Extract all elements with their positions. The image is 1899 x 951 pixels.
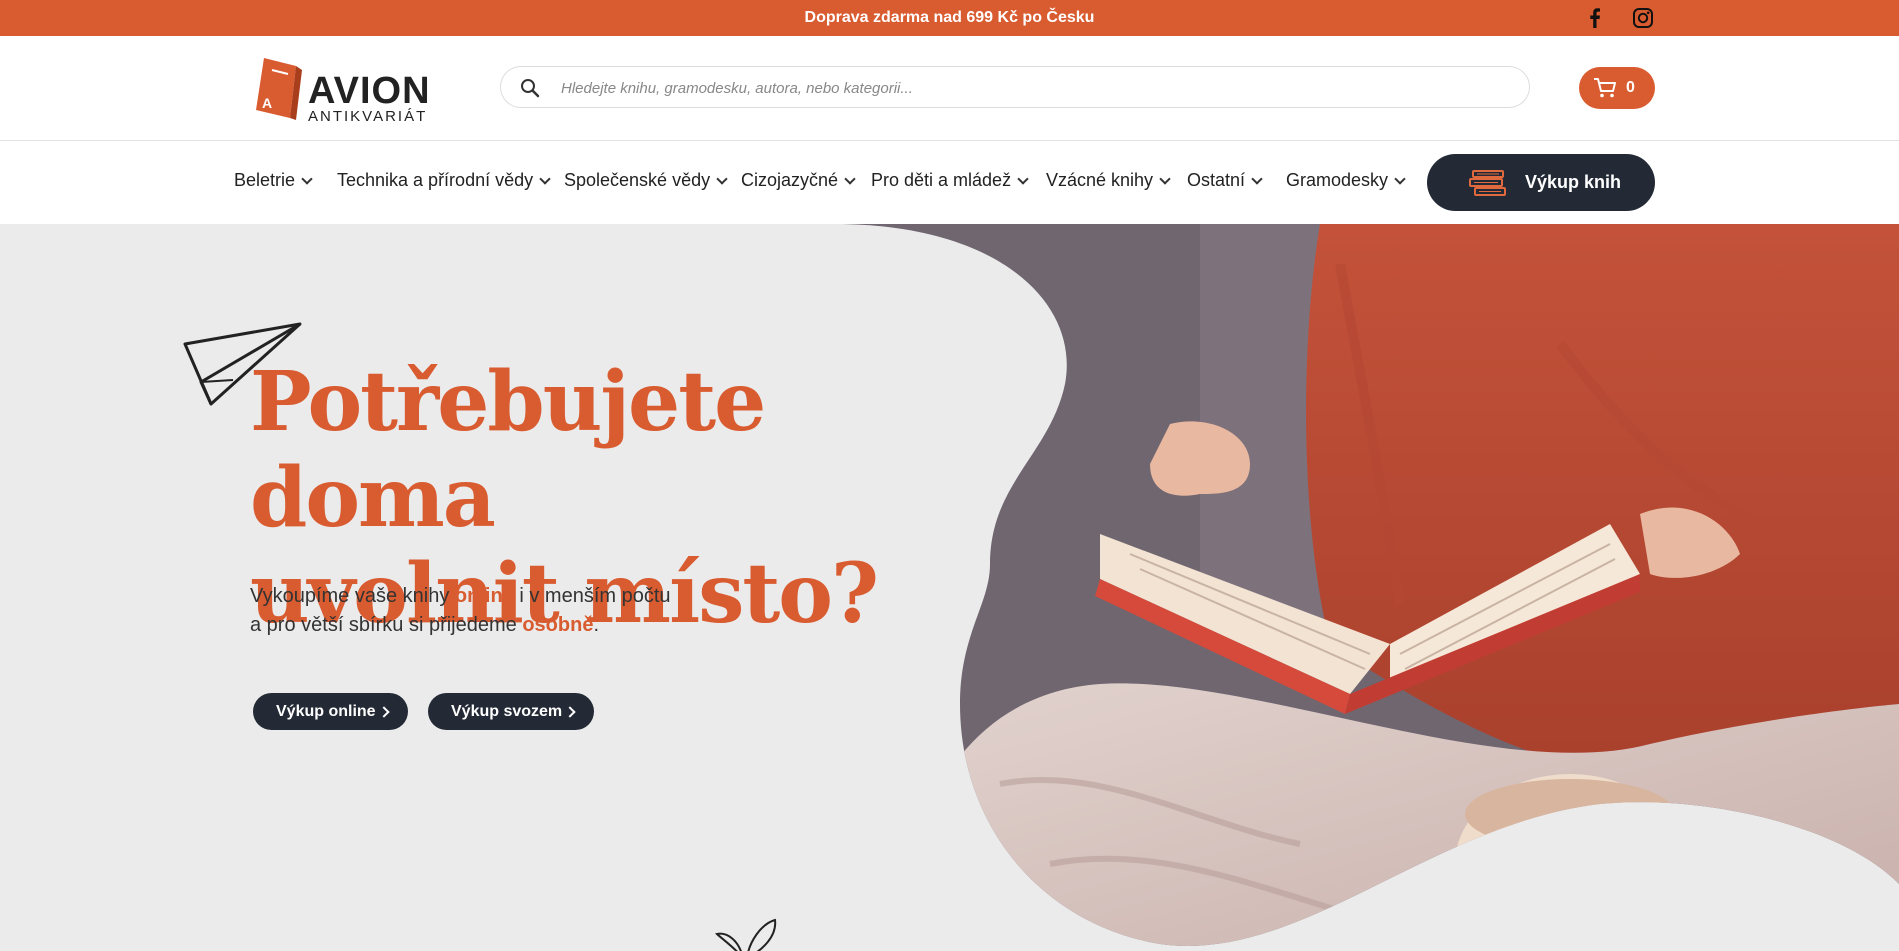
nav-item-spolecenske-vedy[interactable]: Společenské vědy [564,170,728,191]
nav-label: Vzácné knihy [1046,170,1154,190]
cart-count: 0 [1626,79,1635,96]
site-header: A AVION ANTIKVARIÁT 0 [0,36,1899,141]
facebook-icon[interactable] [1584,7,1606,29]
hero-section: Potřebujete doma uvolnit místo? Vykoupím… [0,224,1899,951]
text-segment: a pro větší sbírku si přijedeme [250,614,523,636]
chevron-down-icon [844,173,856,185]
vykup-knih-label: Výkup knih [1525,172,1622,192]
logo-subtitle: ANTIKVARIÁT [308,108,428,125]
search-bar[interactable] [500,66,1530,108]
text-segment: i v menším počtu [513,585,671,607]
cart-button[interactable]: 0 [1579,67,1655,109]
free-shipping-text: Doprava zdarma nad 699 Kč po Česku [804,9,1095,26]
chevron-down-icon [716,173,728,185]
vykup-online-button[interactable]: Výkup online [253,693,408,730]
vykup-svozem-button[interactable]: Výkup svozem [428,693,594,730]
logo-name: AVION [308,70,431,112]
vykup-svozem-label: Výkup svozem [451,703,563,720]
nav-label: Gramodesky [1286,170,1389,190]
nav-label: Pro děti a mládež [871,170,1012,190]
hero-description: Vykoupíme vaše knihy online i v menším p… [250,582,810,640]
instagram-icon[interactable] [1632,7,1654,29]
nav-item-pro-deti[interactable]: Pro děti a mládež [871,170,1029,191]
hero-title-line1: Potřebujete doma [250,354,766,546]
vykup-online-label: Výkup online [276,703,376,720]
nav-label: Společenské vědy [564,170,711,190]
chevron-down-icon [1017,173,1029,185]
nav-label: Ostatní [1187,170,1246,190]
search-input[interactable] [559,73,1503,103]
nav-item-gramodesky[interactable]: Gramodesky [1286,170,1406,191]
nav-item-technika[interactable]: Technika a přírodní vědy [337,170,551,191]
nav-label: Beletrie [234,170,296,190]
chevron-right-icon [564,706,576,718]
chevron-down-icon [1394,173,1406,185]
cart-icon [1594,78,1616,98]
top-promo-bar: Doprava zdarma nad 699 Kč po Česku [0,0,1899,36]
vykup-knih-button[interactable]: Výkup knih [1427,154,1655,211]
svg-text:A: A [262,95,272,111]
chevron-right-icon [378,706,390,718]
highlight-osobne: osobně [522,614,594,636]
chevron-down-icon [539,173,551,185]
nav-item-cizojazycne[interactable]: Cizojazyčné [741,170,856,191]
leaf-decoration-icon [715,918,777,951]
main-navigation: Beletrie Technika a přírodní vědy Společ… [0,141,1899,224]
chevron-down-icon [1159,173,1171,185]
avion-logo[interactable]: A AVION ANTIKVARIÁT [250,50,440,125]
nav-label: Technika a přírodní vědy [337,170,534,190]
search-icon [521,79,540,98]
highlight-online: online [454,585,514,607]
nav-label: Cizojazyčné [741,170,839,190]
nav-item-ostatni[interactable]: Ostatní [1187,170,1263,191]
nav-item-vzacne-knihy[interactable]: Vzácné knihy [1046,170,1171,191]
chevron-down-icon [301,173,313,185]
books-stack-icon [1469,170,1506,196]
text-segment: . [593,614,600,636]
text-segment: Vykoupíme vaše knihy [250,585,455,607]
chevron-down-icon [1251,173,1263,185]
book-logo-icon: A [256,58,302,120]
nav-item-beletrie[interactable]: Beletrie [234,170,313,191]
